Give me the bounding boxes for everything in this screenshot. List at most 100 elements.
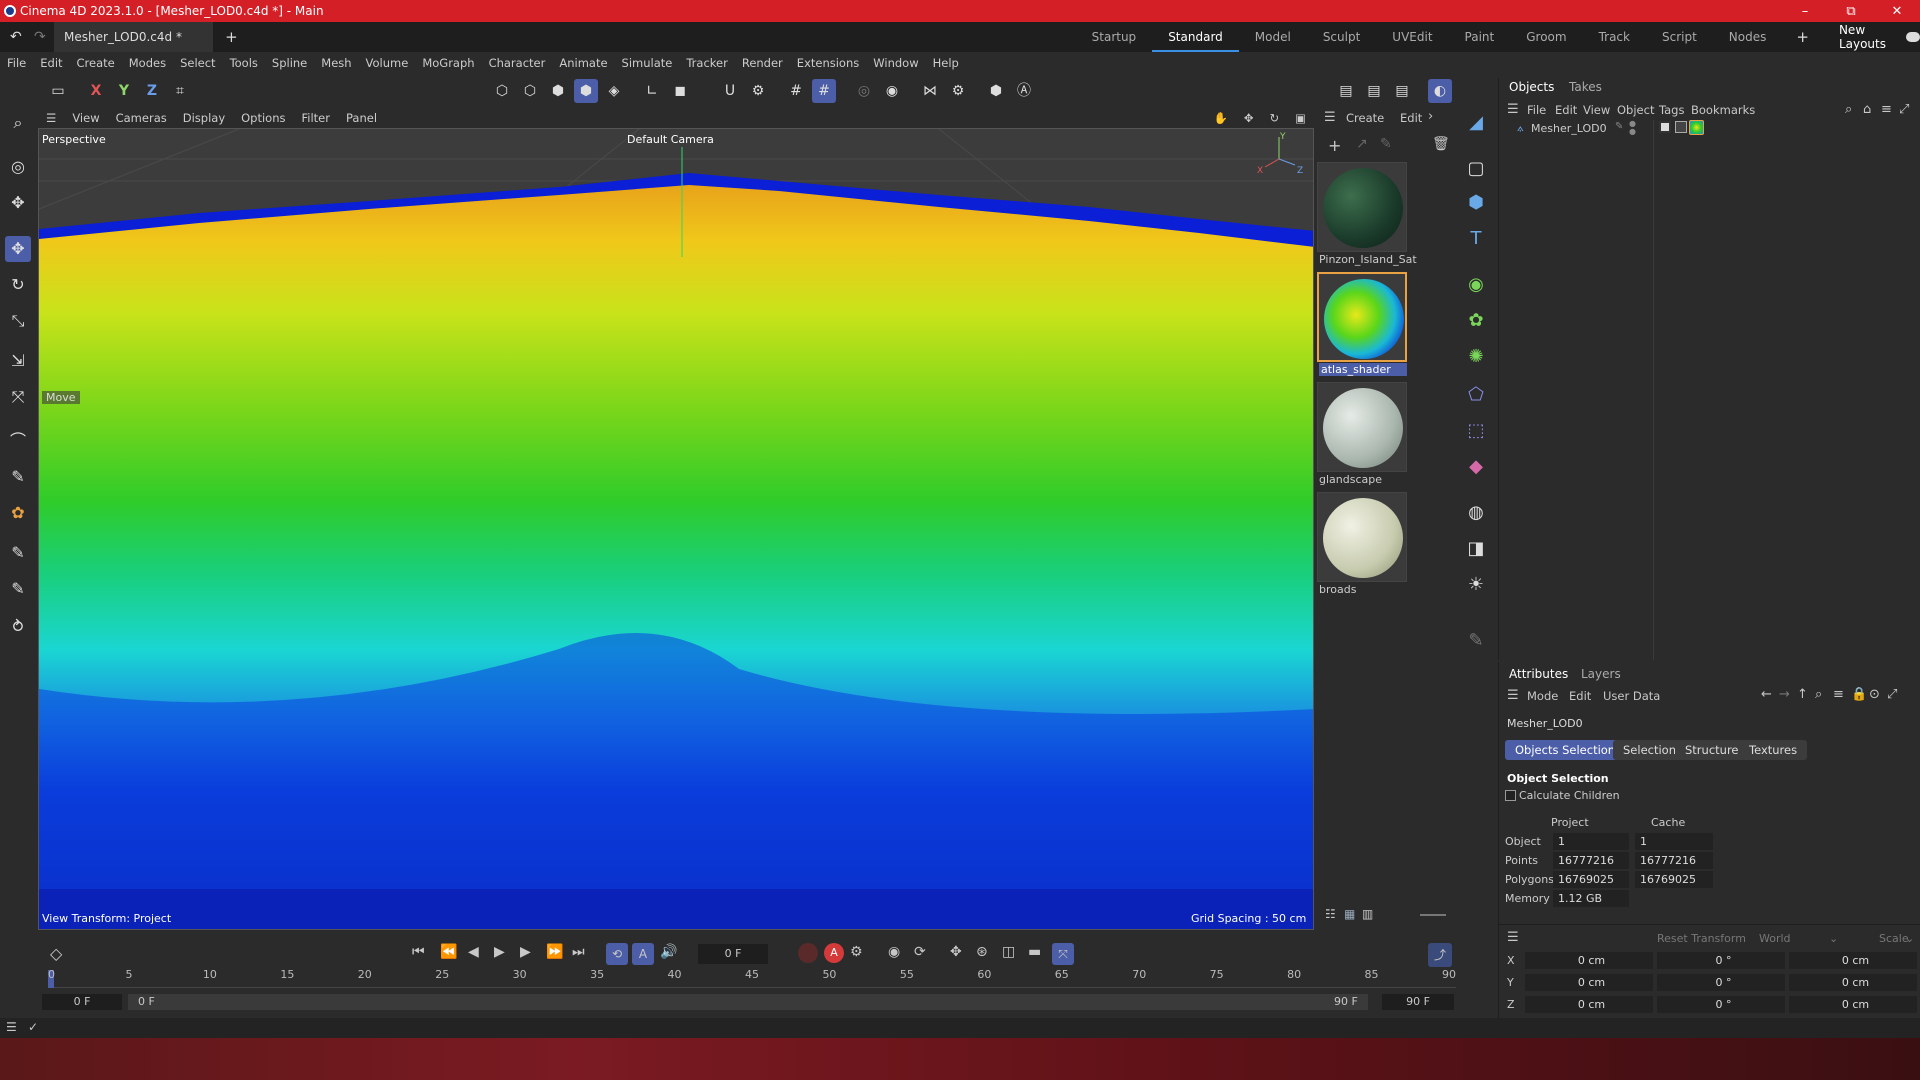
- object-row[interactable]: ⟑ Mesher_LOD0 ✎ ● ●: [1499, 120, 1920, 138]
- minimize-button[interactable]: –: [1782, 4, 1828, 19]
- material-thumb-1[interactable]: [1317, 162, 1407, 252]
- layout-tab-paint[interactable]: Paint: [1449, 30, 1511, 44]
- commander-icon[interactable]: ◢: [1463, 110, 1489, 136]
- viewport[interactable]: Y X Z: [38, 128, 1314, 930]
- large-view-icon[interactable]: ▥: [1362, 907, 1373, 921]
- layout-tab-script[interactable]: Script: [1646, 30, 1713, 44]
- grid-view-icon[interactable]: ▦: [1344, 907, 1355, 921]
- tab-attributes[interactable]: Attributes: [1509, 667, 1568, 681]
- object-tool-icon[interactable]: ⬢: [984, 79, 1008, 103]
- menu-render[interactable]: Render: [735, 56, 790, 70]
- menu-modes[interactable]: Modes: [122, 56, 173, 70]
- calculate-children-checkbox[interactable]: [1505, 790, 1516, 801]
- edit-render-settings-icon[interactable]: ▤: [1390, 79, 1414, 103]
- solo-icon[interactable]: ◼: [668, 79, 692, 103]
- coords-space-select[interactable]: World: [1759, 932, 1791, 945]
- timeline-graph-icon[interactable]: ⤴: [1428, 943, 1452, 967]
- objects-menu-view[interactable]: View: [1583, 103, 1610, 117]
- menu-simulate[interactable]: Simulate: [615, 56, 680, 70]
- chevron-right-icon[interactable]: ›: [1428, 109, 1433, 124]
- menu-animate[interactable]: Animate: [552, 56, 614, 70]
- menu-mograph[interactable]: MoGraph: [415, 56, 481, 70]
- sound-icon[interactable]: 🔊: [660, 944, 677, 960]
- coord-y-scale[interactable]: 0 cm: [1789, 974, 1917, 991]
- menu-select[interactable]: Select: [173, 56, 222, 70]
- layout-tab-track[interactable]: Track: [1583, 30, 1646, 44]
- prev-key-icon[interactable]: ⏪: [440, 944, 457, 960]
- viewport-menu-icon[interactable]: ☰: [38, 111, 64, 125]
- toggle-view-icon[interactable]: ▣: [1287, 111, 1314, 125]
- record-icon[interactable]: [798, 943, 818, 963]
- render-view-icon[interactable]: ▤: [1334, 79, 1358, 103]
- coord-y-rotation[interactable]: 0 °: [1657, 974, 1785, 991]
- move-view-icon[interactable]: ✥: [1236, 111, 1262, 125]
- attributes-menu-edit[interactable]: Edit: [1569, 689, 1591, 703]
- next-frame-icon[interactable]: ▶: [520, 944, 531, 960]
- spline-sketch-icon[interactable]: ✎: [5, 464, 31, 490]
- tab-objects[interactable]: Objects: [1509, 80, 1554, 94]
- objects-menu-edit[interactable]: Edit: [1555, 103, 1577, 117]
- camera-icon[interactable]: ◨: [1463, 536, 1489, 562]
- start-frame-field[interactable]: 0 F: [42, 994, 122, 1010]
- cube-icon[interactable]: ⬢: [1463, 190, 1489, 216]
- new-layouts-toggle[interactable]: [1906, 32, 1920, 42]
- model-mode-icon[interactable]: ⬢: [574, 79, 598, 103]
- goto-end-icon[interactable]: ⏭: [572, 944, 585, 960]
- coord-z-position[interactable]: 0 cm: [1525, 996, 1653, 1013]
- search-icon[interactable]: ⌕: [1815, 687, 1822, 702]
- layout-tab-groom[interactable]: Groom: [1510, 30, 1582, 44]
- extrude-tool-icon[interactable]: ⤧: [5, 384, 31, 410]
- prev-frame-icon[interactable]: ◀: [468, 944, 479, 960]
- key-point-icon[interactable]: ⤧: [1052, 943, 1074, 965]
- layout-tab-sculpt[interactable]: Sculpt: [1307, 30, 1376, 44]
- menu-help[interactable]: Help: [926, 56, 966, 70]
- list-view-icon[interactable]: ☷: [1325, 907, 1336, 921]
- environment-icon[interactable]: ◍: [1463, 500, 1489, 526]
- delete-material-icon[interactable]: 🗑: [1432, 136, 1450, 152]
- objects-menu-tags[interactable]: Tags: [1659, 103, 1684, 117]
- goto-start-icon[interactable]: ⏮: [412, 944, 425, 960]
- render-settings-icon[interactable]: ◉: [880, 79, 904, 103]
- add-material-icon[interactable]: +: [1328, 136, 1341, 155]
- material-thumb-4[interactable]: [1317, 492, 1407, 582]
- subtab-objects-selection[interactable]: Objects Selection: [1505, 740, 1626, 760]
- menu-spline[interactable]: Spline: [265, 56, 314, 70]
- symmetry-icon[interactable]: ⋈: [918, 79, 942, 103]
- coord-z-scale[interactable]: 0 cm: [1789, 996, 1917, 1013]
- search-icon[interactable]: ⌕: [1845, 102, 1852, 117]
- interactive-render-icon[interactable]: ◐: [1428, 79, 1452, 103]
- edges-mode-icon[interactable]: ⬡: [518, 79, 542, 103]
- menu-edit[interactable]: Edit: [33, 56, 69, 70]
- menu-character[interactable]: Character: [482, 56, 553, 70]
- layout-tab-startup[interactable]: Startup: [1076, 30, 1153, 44]
- render-picture-viewer-icon[interactable]: ▤: [1362, 79, 1386, 103]
- layout-tab-nodes[interactable]: Nodes: [1713, 30, 1783, 44]
- settings-icon[interactable]: ⊙: [1869, 687, 1880, 702]
- status-check-icon[interactable]: ✓: [28, 1020, 38, 1034]
- coord-z-rotation[interactable]: 0 °: [1657, 996, 1785, 1013]
- generator-icon[interactable]: ◉: [1463, 272, 1489, 298]
- viewport-menu-cameras[interactable]: Cameras: [108, 111, 175, 125]
- axis-mode-icon[interactable]: ∟: [640, 79, 664, 103]
- move-tool-icon[interactable]: ✥: [5, 236, 31, 262]
- subtab-textures[interactable]: Textures: [1739, 740, 1808, 760]
- current-frame-field[interactable]: 0 F: [698, 944, 768, 964]
- end-frame-field[interactable]: 90 F: [1382, 994, 1454, 1010]
- axis-z-button[interactable]: Z: [140, 79, 164, 103]
- light-icon[interactable]: ☀: [1463, 572, 1489, 598]
- key-pla-icon[interactable]: ▬: [1028, 944, 1041, 960]
- coord-x-rotation[interactable]: 0 °: [1657, 952, 1785, 969]
- loop-icon[interactable]: ⟲: [606, 943, 628, 965]
- timeline-ruler[interactable]: 0 5 10 15 20 25 30 35 40 45 50 55 60 65 70 75 80 85 90: [38, 968, 1456, 988]
- transform-tool-icon[interactable]: ✥: [5, 190, 31, 216]
- coord-x-scale[interactable]: 0 cm: [1789, 952, 1917, 969]
- key-position-icon[interactable]: ◉: [888, 944, 900, 960]
- forward-icon[interactable]: →: [1779, 687, 1790, 702]
- material-thumb-3[interactable]: [1317, 382, 1407, 472]
- key-move-icon[interactable]: ✥: [950, 944, 962, 960]
- cube-outline-icon[interactable]: ▢: [1463, 156, 1489, 182]
- menu-create[interactable]: Create: [70, 56, 122, 70]
- key-param-icon[interactable]: ◫: [1002, 944, 1015, 960]
- lock-icon[interactable]: 🔒: [1851, 687, 1867, 702]
- viewport-menu-display[interactable]: Display: [175, 111, 233, 125]
